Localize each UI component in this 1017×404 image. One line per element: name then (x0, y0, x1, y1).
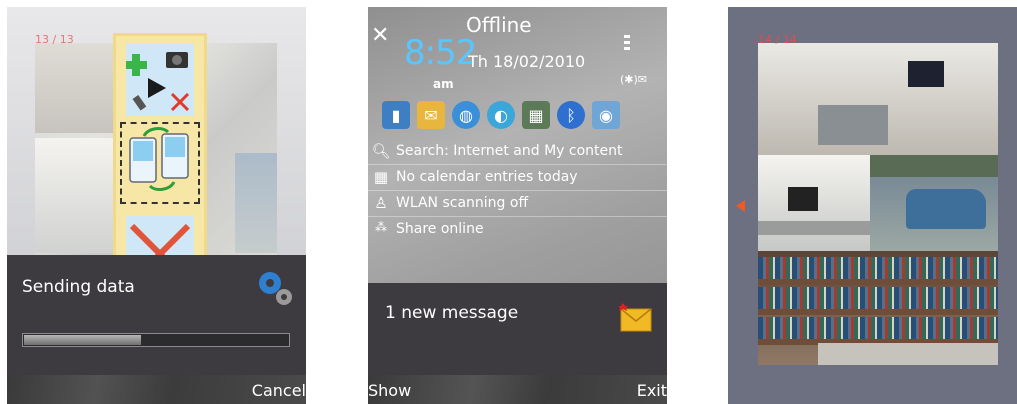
list-item-calendar[interactable]: ▦ No calendar entries today (368, 165, 667, 191)
battery-indicator-icon (624, 35, 630, 63)
photo-viewer-screen: 14 / 14 (728, 7, 1017, 404)
photo-parked-car (870, 155, 998, 251)
image-counter: 14 / 14 (758, 33, 797, 46)
browser-icon[interactable]: ◐ (487, 101, 515, 129)
bluetooth-icon[interactable]: ᛒ (557, 101, 585, 129)
softkey-bar: Show Exit (368, 375, 667, 404)
list-item-label: WLAN scanning off (396, 195, 529, 211)
list-item-share[interactable]: ⁂ Share online (368, 217, 667, 242)
notification-panel[interactable]: 1 new message (368, 283, 667, 375)
show-softkey[interactable]: Show (368, 381, 411, 400)
list-item-label: Search: Internet and My content (396, 143, 623, 159)
send-data-screen: 13 / 13 Sending data Cancel (7, 7, 306, 404)
close-icon[interactable]: ✕ (371, 23, 389, 48)
sending-data-dialog: Sending data (7, 255, 306, 375)
add-media-option[interactable] (125, 44, 194, 116)
progress-bar (22, 333, 290, 347)
photo-classroom (758, 43, 998, 155)
contacts-icon[interactable]: ▮ (382, 101, 410, 129)
gear-icon (259, 272, 292, 305)
image-counter: 13 / 13 (35, 33, 74, 46)
softkey-bar: Cancel (7, 375, 306, 404)
shortcut-bar: ▮ ✉ ◍ ◐ ▦ ᛒ ◉ (382, 101, 667, 133)
notification-text: 1 new message (385, 303, 519, 323)
search-icon: 🔍︎ (371, 142, 391, 160)
share-options-strip (113, 33, 207, 288)
phone-transfer-icon (129, 127, 189, 191)
calendar-icon: ▦ (373, 168, 389, 186)
wlan-icon: ♙ (374, 194, 388, 212)
exit-softkey[interactable]: Exit (637, 381, 667, 400)
web-icon[interactable]: ◍ (452, 101, 480, 129)
photo-computer-desk (758, 155, 870, 251)
list-item-wlan[interactable]: ♙ WLAN scanning off (368, 191, 667, 217)
list-item-search[interactable]: 🔍︎ Search: Internet and My content (368, 139, 667, 165)
photo-library-shelves (758, 251, 998, 365)
shortcut-list: 🔍︎ Search: Internet and My content ▦ No … (368, 139, 667, 242)
messaging-icon[interactable]: ✉ (417, 101, 445, 129)
add-media-icon (125, 44, 194, 116)
previous-arrow-icon[interactable] (736, 200, 745, 212)
transfer-option-selected[interactable] (120, 122, 200, 204)
new-message-icon (619, 303, 652, 332)
list-item-label: Share online (396, 221, 484, 237)
camera-icon[interactable]: ◉ (592, 101, 620, 129)
progress-fill (24, 335, 142, 345)
dialog-title: Sending data (22, 277, 135, 297)
calendar-icon[interactable]: ▦ (522, 101, 550, 129)
clock-date: Th 18/02/2010 (468, 52, 586, 71)
share-icon: ⁂ (375, 220, 387, 234)
home-screen: ✕ Offline 8:52 am Th 18/02/2010 (✱)✉ ▮ ✉… (368, 7, 667, 404)
list-item-label: No calendar entries today (396, 169, 578, 185)
clock-time: 8:52 (404, 33, 477, 73)
cancel-softkey[interactable]: Cancel (252, 381, 306, 400)
envelope-indicator-icon: (✱)✉ (620, 73, 648, 86)
photo-collage (758, 43, 998, 365)
clock-ampm: am (433, 77, 454, 91)
